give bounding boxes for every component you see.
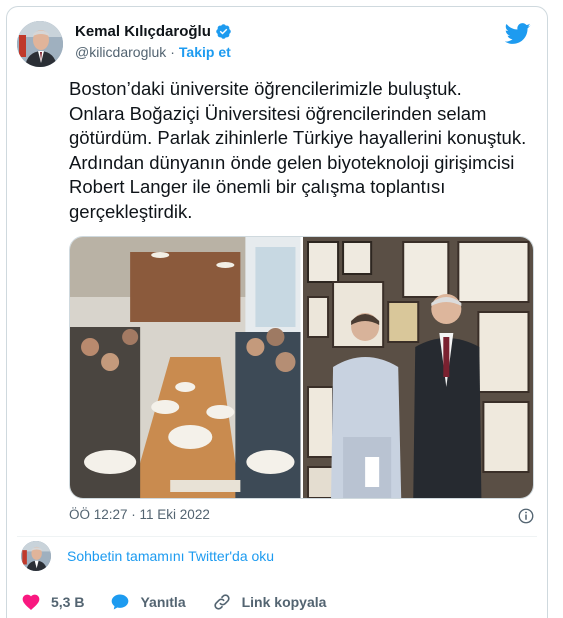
author-handle[interactable]: @kilicdarogluk — [75, 44, 166, 60]
tweet-text: Boston’daki üniversite öğrencilerimizle … — [69, 78, 527, 222]
author-name[interactable]: Kemal Kılıçdaroğlu — [75, 23, 211, 40]
tweet-timestamp[interactable]: ÖÖ 12:27 · 11 Eki 2022 — [69, 507, 210, 522]
author-handle-row: @kilicdarogluk · Takip et — [75, 44, 231, 60]
twitter-bird-icon[interactable] — [505, 23, 531, 45]
verified-badge-icon — [216, 24, 231, 39]
read-conversation-link[interactable]: Sohbetin tamamını Twitter'da oku — [67, 548, 274, 564]
copy-link-label: Link kopyala — [241, 594, 327, 610]
like-button[interactable]: 5,3 B — [21, 592, 84, 612]
copy-link-button[interactable]: Link kopyala — [212, 592, 327, 612]
tweet-meta: ÖÖ 12:27 · 11 Eki 2022 — [69, 507, 535, 527]
like-count: 5,3 B — [51, 594, 85, 610]
divider — [17, 536, 537, 537]
separator-dot: · — [170, 44, 175, 60]
author-name-row: Kemal Kılıçdaroğlu — [75, 23, 232, 40]
tweet-card: Kemal Kılıçdaroğlu @kilicdarogluk · Taki… — [6, 6, 548, 618]
heart-icon — [22, 594, 40, 610]
tweet-actions: 5,3 B Yanıtla Link kopyala — [21, 590, 352, 614]
reply-button[interactable]: Yanıtla — [110, 592, 186, 612]
author-avatar[interactable] — [17, 21, 63, 67]
speech-bubble-icon — [112, 594, 129, 610]
tweet-media[interactable] — [69, 236, 534, 499]
link-icon — [213, 594, 230, 610]
thread-row[interactable]: Sohbetin tamamını Twitter'da oku — [21, 540, 521, 572]
follow-button[interactable]: Takip et — [179, 44, 231, 60]
tweet-header: Kemal Kılıçdaroğlu @kilicdarogluk · Taki… — [17, 17, 537, 69]
photo-with-robert-langer[interactable] — [302, 237, 533, 498]
author-avatar-small[interactable] — [21, 541, 51, 571]
info-icon[interactable] — [517, 507, 535, 525]
reply-label: Yanıtla — [140, 594, 186, 610]
photo-meeting-students[interactable] — [70, 237, 301, 498]
